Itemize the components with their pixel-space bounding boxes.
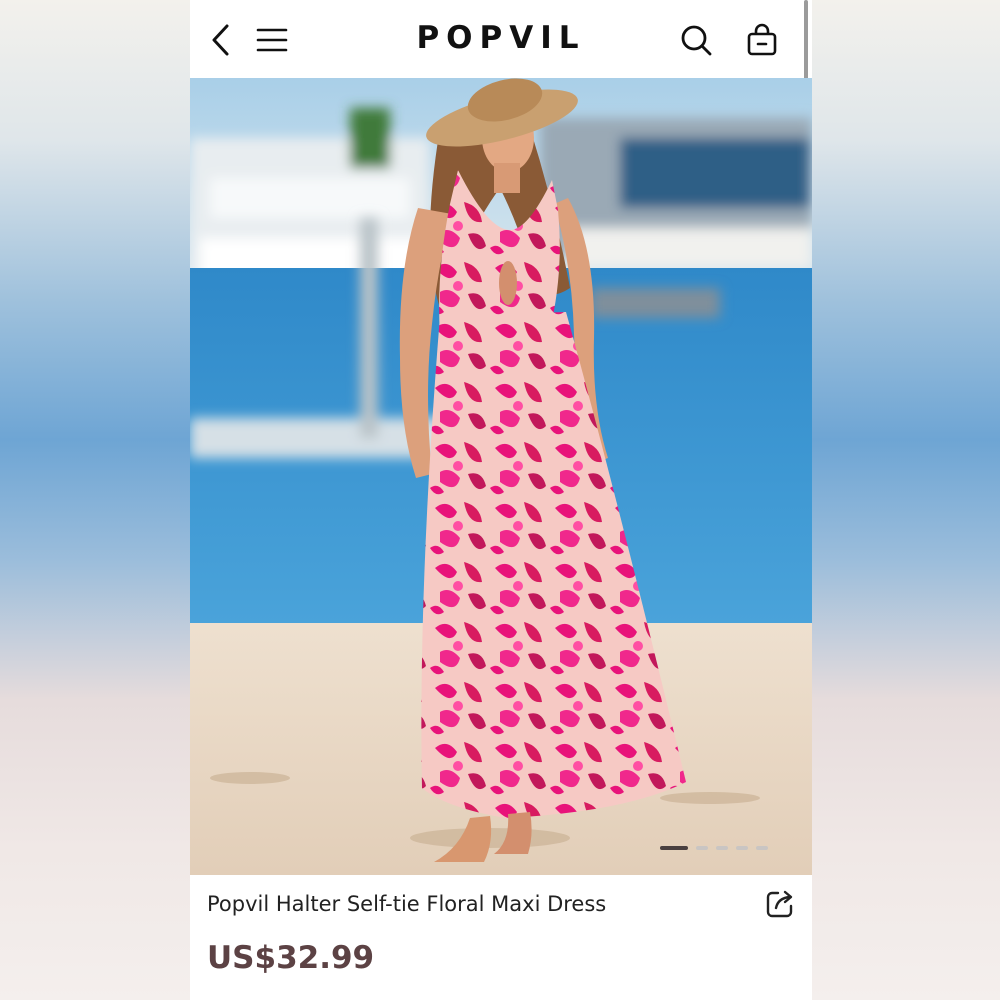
gallery-dot[interactable] bbox=[736, 846, 748, 850]
search-icon bbox=[681, 25, 712, 56]
share-icon bbox=[766, 890, 793, 918]
product-image[interactable] bbox=[190, 78, 812, 875]
gallery-dot[interactable] bbox=[716, 846, 728, 850]
product-page: POPVIL Popvil Halter Self-tie Floral Max… bbox=[190, 0, 812, 1000]
cart-button[interactable] bbox=[742, 20, 782, 60]
product-price: US$32.99 bbox=[207, 940, 375, 976]
product-photo bbox=[190, 78, 812, 875]
background-blur-left bbox=[0, 0, 190, 1000]
search-button[interactable] bbox=[676, 20, 716, 60]
bag-icon bbox=[747, 23, 777, 56]
share-button[interactable] bbox=[762, 886, 798, 922]
gallery-dot[interactable] bbox=[660, 846, 688, 850]
gallery-pagination[interactable] bbox=[660, 846, 768, 850]
brand-logo[interactable]: POPVIL bbox=[190, 20, 812, 56]
product-title: Popvil Halter Self-tie Floral Maxi Dress bbox=[207, 892, 607, 916]
top-header: POPVIL bbox=[190, 0, 812, 220]
gallery-dot[interactable] bbox=[756, 846, 768, 850]
background-blur-right bbox=[812, 0, 1000, 1000]
gallery-dot[interactable] bbox=[696, 846, 708, 850]
